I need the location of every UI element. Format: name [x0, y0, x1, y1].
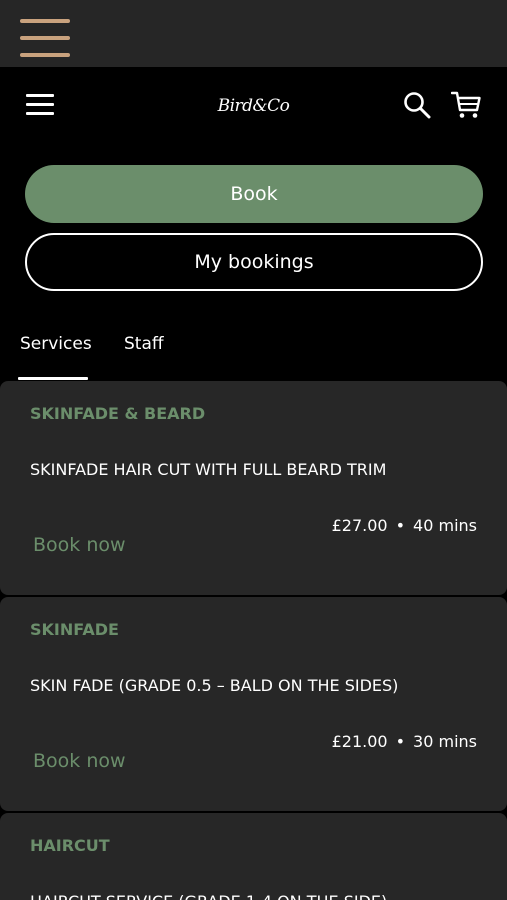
- service-card: SKINFADE & BEARD SKINFADE HAIR CUT WITH …: [0, 381, 507, 595]
- browser-top-bar: [0, 0, 507, 67]
- tab-bar: Services Staff: [0, 320, 507, 382]
- service-title: SKINFADE HAIR CUT WITH FULL BEARD TRIM: [30, 460, 387, 479]
- service-card: HAIRCUT HAIRCUT SERVICE (GRADE 1-4 ON TH…: [0, 813, 507, 900]
- book-button[interactable]: Book: [25, 165, 483, 223]
- app-header: Bird&Co: [0, 67, 507, 145]
- service-duration: 40 mins: [413, 516, 477, 535]
- book-now-link[interactable]: Book now: [33, 534, 126, 556]
- service-price: £27.00: [331, 516, 388, 535]
- service-price-duration: £21.00 • 30 mins: [332, 732, 477, 751]
- service-category: SKINFADE & BEARD: [30, 404, 206, 423]
- service-title: SKIN FADE (GRADE 0.5 – BALD ON THE SIDES…: [30, 676, 399, 695]
- site-menu-icon[interactable]: [20, 19, 70, 59]
- my-bookings-button[interactable]: My bookings: [25, 233, 483, 291]
- brand-logo: Bird&Co: [217, 96, 290, 116]
- service-price: £21.00: [331, 732, 388, 751]
- book-now-link[interactable]: Book now: [33, 750, 126, 772]
- hamburger-menu-icon[interactable]: [26, 94, 54, 116]
- service-title: HAIRCUT SERVICE (GRADE 1-4 ON THE SIDE): [30, 892, 387, 900]
- service-price-duration: £27.00 • 40 mins: [332, 516, 477, 535]
- service-category: SKINFADE: [30, 620, 119, 639]
- service-category: HAIRCUT: [30, 836, 110, 855]
- tab-services[interactable]: Services: [20, 334, 92, 354]
- cart-icon[interactable]: [451, 91, 481, 119]
- separator-dot: •: [395, 732, 406, 751]
- service-card: SKINFADE SKIN FADE (GRADE 0.5 – BALD ON …: [0, 597, 507, 811]
- service-duration: 30 mins: [413, 732, 477, 751]
- separator-dot: •: [395, 516, 406, 535]
- active-tab-indicator: [18, 377, 88, 380]
- tab-staff[interactable]: Staff: [124, 334, 164, 354]
- search-icon[interactable]: [403, 91, 431, 119]
